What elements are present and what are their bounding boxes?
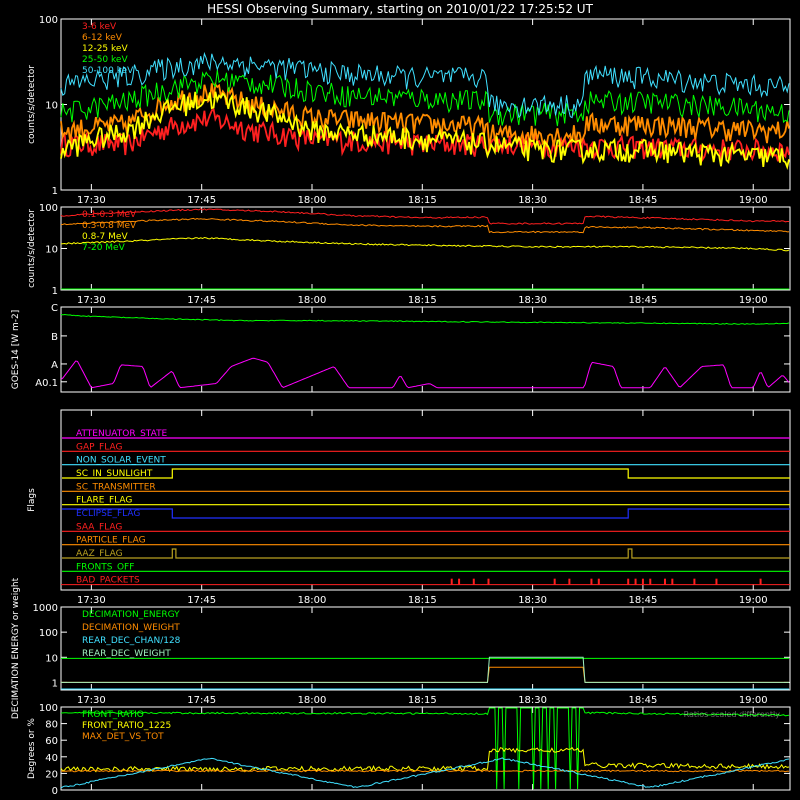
y-tick-label: 10: [45, 101, 58, 112]
x-tick-label: 18:45: [629, 595, 658, 606]
legend-entry: FRONT_RATIO_1225: [82, 721, 171, 731]
x-tick-label: 18:30: [518, 695, 547, 706]
legend-entry: 7-20 MeV: [82, 243, 126, 253]
y-axis-label: counts/s/detector: [27, 65, 37, 144]
series-line: [60, 208, 789, 225]
y-tick-label: 0: [52, 786, 58, 797]
annotation: Ratios scaled differently: [684, 710, 781, 719]
y-tick-label: 1: [52, 186, 58, 197]
legend-entry: 0.3-0.8 MeV: [82, 221, 137, 231]
series-line: [60, 746, 790, 773]
flag-series-line: [62, 468, 790, 479]
y-tick-label: 10: [45, 653, 58, 664]
series-line: [60, 757, 790, 789]
x-tick-label: 17:45: [187, 595, 216, 606]
x-tick-label: 17:45: [187, 295, 216, 306]
x-tick-label: 17:45: [187, 695, 216, 706]
x-tick-label: 17:30: [77, 695, 106, 706]
legend-entry: 50-100 keV: [82, 66, 134, 76]
y-tick-label: A: [51, 360, 58, 371]
y-tick-label: 100: [39, 703, 58, 714]
x-tick-label: 17:30: [77, 595, 106, 606]
y-axis-label: Degrees or %: [27, 718, 37, 779]
y-tick-label: 1: [52, 678, 58, 689]
panel-flags: Flags 17:30 17:45 18:00 18:15 18:30 18:45 19:00…: [27, 409, 791, 606]
hessi-summary-figure: HESSI Observing Summary, starting on 201…: [11, 2, 791, 797]
y-tick-label: 100: [39, 15, 58, 26]
panel-high-energy: counts/s/detector 1 10 100 17:30 17:45 18:00 18…: [27, 203, 791, 306]
y-tick-label: A0.1: [35, 378, 58, 389]
y-tick-label: B: [51, 332, 58, 343]
flag-series-line: [62, 548, 790, 559]
panel-goes: GOES-14 [W m-2] A0.1 A B C: [11, 303, 791, 393]
panel-decimation: DECIMATION ENERGY or weight 1 10 100 1000 17:…: [11, 577, 791, 719]
plot-frame: [60, 409, 791, 591]
x-tick-label: 18:15: [408, 695, 437, 706]
legend-entry: 0.8-7 MeV: [82, 232, 128, 242]
x-tick-label: 19:00: [739, 295, 768, 306]
legend-entry: 12-25 keV: [82, 44, 128, 54]
x-tick-label: 18:15: [408, 295, 437, 306]
x-tick-label: 18:45: [629, 295, 658, 306]
x-tick-label: 18:00: [298, 595, 327, 606]
x-tick-label: 17:30: [77, 195, 106, 206]
x-tick-label: 18:45: [629, 195, 658, 206]
legend-entry: 6-12 keV: [82, 33, 123, 43]
y-tick-label: 100: [39, 203, 58, 214]
y-axis-label: GOES-14 [W m-2]: [11, 310, 21, 390]
flag-label: ECLIPSE_FLAG: [76, 509, 140, 519]
panel-ratios: Degrees or % 0 20 40 60 80 100 FRONT_RATIOFRONT…: [27, 703, 791, 797]
y-tick-label: 80: [45, 720, 58, 731]
legend-entry: 25-50 keV: [82, 55, 128, 65]
y-tick-label: 100: [39, 628, 58, 639]
figure-title: HESSI Observing Summary, starting on 201…: [207, 2, 593, 16]
legend-entry: REAR_DEC_WEIGHT: [82, 649, 171, 659]
legend-entry: DECIMATION_ENERGY: [82, 610, 180, 620]
y-tick-label: C: [51, 303, 58, 314]
legend-entry: 0.1-0.3 MeV: [82, 210, 137, 220]
panel-low-energy: counts/s/detector 1 10 100 17:30 17:45 18:00 18…: [27, 15, 791, 206]
x-tick-label: 18:00: [298, 195, 327, 206]
series-line: [61, 656, 789, 683]
series-line: [60, 769, 790, 773]
y-tick-label: 40: [45, 753, 58, 764]
series-line: [60, 236, 790, 252]
y-tick-label: 60: [45, 736, 58, 747]
legend-entry: 3-6 keV: [82, 22, 117, 32]
legend-entry: FRONT_RATIO: [82, 710, 144, 720]
series-line: [60, 313, 790, 325]
series-line: [61, 666, 789, 683]
legend-entry: MAX_DET_VS_TOT: [82, 732, 164, 742]
x-tick-label: 17:30: [77, 295, 106, 306]
flag-series-line: [62, 508, 790, 519]
legend-entry: DECIMATION_WEIGHT: [82, 623, 180, 633]
y-axis-label: DECIMATION ENERGY or weight: [11, 577, 21, 719]
series-line: [60, 217, 790, 234]
series-line: [60, 69, 790, 127]
y-tick-label: 1: [52, 286, 58, 297]
y-tick-label: 20: [45, 769, 58, 780]
y-tick-label: 10: [45, 245, 58, 256]
x-tick-label: 18:30: [518, 295, 547, 306]
legend-entry: REAR_DEC_CHAN/128: [82, 636, 181, 646]
x-tick-label: 19:00: [739, 195, 768, 206]
x-tick-label: 18:00: [298, 695, 327, 706]
y-axis-label: counts/s/detector: [27, 209, 37, 288]
x-tick-label: 19:00: [739, 595, 768, 606]
x-tick-label: 18:15: [408, 595, 437, 606]
x-tick-label: 17:45: [187, 195, 216, 206]
series-line: [60, 357, 790, 389]
y-axis-label: Flags: [27, 488, 37, 512]
x-tick-label: 18:15: [408, 195, 437, 206]
panels: counts/s/detector11010017:30 17:45 18:00 18…: [11, 15, 791, 797]
plot-frame: [60, 706, 791, 791]
plot-frame: [60, 306, 791, 393]
y-tick-label: 1000: [33, 603, 58, 614]
x-tick-label: 18:00: [298, 295, 327, 306]
x-tick-label: 18:30: [518, 195, 547, 206]
x-tick-label: 18:45: [629, 695, 658, 706]
x-tick-label: 19:00: [739, 695, 768, 706]
x-tick-label: 18:30: [518, 595, 547, 606]
